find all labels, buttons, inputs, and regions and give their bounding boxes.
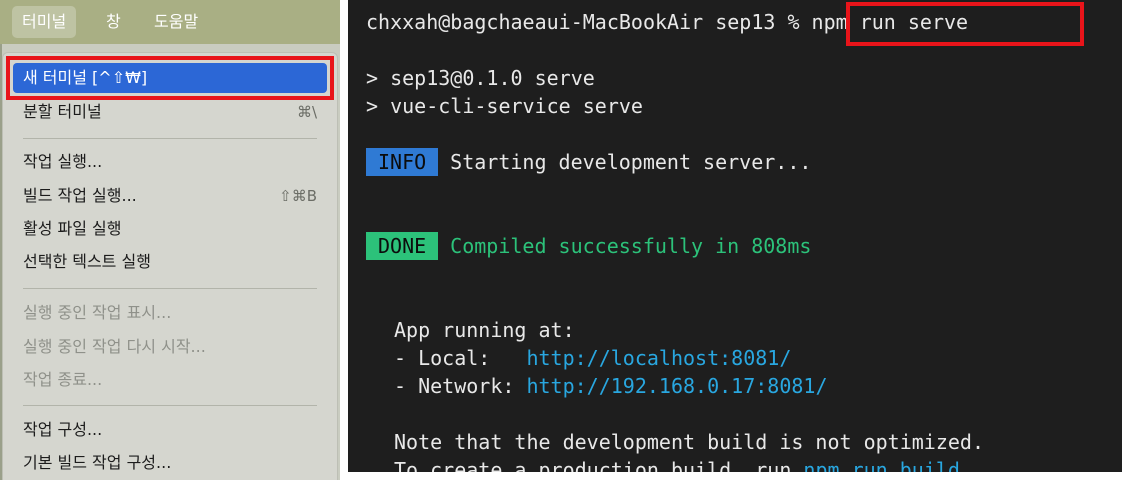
menubar-item-terminal[interactable]: 터미널 (12, 6, 77, 38)
menu-item-split-terminal[interactable]: 분할 터미널 ⌘\ (23, 97, 317, 127)
menu-item-run-task[interactable]: 작업 실행... (23, 147, 317, 177)
local-url-line: - Local: http://localhost:8081/ (394, 344, 791, 372)
menu-item-shortcut: ⇧⌘B (279, 187, 317, 205)
menu-separator (23, 288, 317, 289)
annotation-highlight-box (6, 56, 334, 100)
menu-item-run-active-file[interactable]: 활성 파일 실행 (23, 214, 317, 244)
menu-separator (23, 138, 317, 139)
menu-item-configure-default-build-task[interactable]: 기본 빌드 작업 구성... (23, 448, 317, 478)
menu-item-restart-running-task: 실행 중인 작업 다시 시작... (23, 332, 317, 362)
output-line: App running at: (394, 318, 575, 342)
network-url-link[interactable]: http://192.168.0.17:8081/ (526, 374, 827, 398)
menu-panel: 터미널 창 도움말 새 터미널 [^⇧₩] 분할 터미널 ⌘\ 작업 실행...… (0, 0, 340, 480)
terminal-output[interactable]: chxxah@bagchaeaui-MacBookAir sep13 % npm… (348, 0, 1122, 472)
network-label: - Network: (394, 374, 527, 398)
menu-item-label: 작업 실행... (23, 152, 103, 171)
menu-item-show-running-tasks: 실행 중인 작업 표시... (23, 298, 317, 328)
done-badge: DONE (366, 232, 439, 260)
prod-prefix: To create a production build, run (394, 458, 804, 472)
prod-suffix: . (959, 458, 972, 472)
menu-item-label: 기본 빌드 작업 구성... (23, 453, 172, 472)
menu-item-run-selected-text[interactable]: 선택한 텍스트 실행 (23, 247, 317, 277)
output-line: > vue-cli-service serve (366, 94, 643, 118)
menu-item-label: 실행 중인 작업 다시 시작... (23, 337, 206, 356)
local-url-link[interactable]: http://localhost:8081/ (526, 346, 791, 370)
output-line: > sep13@0.1.0 serve (366, 66, 595, 90)
menubar-item-help[interactable]: 도움말 (144, 6, 208, 38)
menu-item-label: 실행 중인 작업 표시... (23, 303, 172, 322)
output-line: To create a production build, run npm ru… (394, 456, 972, 472)
menu-item-label: 빌드 작업 실행... (23, 186, 137, 205)
panel-gap (340, 0, 348, 480)
info-text: Starting development server... (450, 150, 812, 174)
terminal-dropdown-menu: 새 터미널 [^⇧₩] 분할 터미널 ⌘\ 작업 실행... 빌드 작업 실행.… (2, 52, 338, 480)
menubar-item-window[interactable]: 창 (96, 6, 131, 38)
output-line: Note that the development build is not o… (394, 430, 985, 454)
menu-item-terminate-task: 작업 종료... (23, 365, 317, 395)
info-line: INFO Starting development server... (366, 148, 811, 176)
local-label: - Local: (394, 346, 527, 370)
bottom-strip (348, 472, 1122, 480)
menu-item-label: 작업 구성... (23, 420, 103, 439)
menu-item-label: 작업 종료... (23, 370, 103, 389)
menu-item-shortcut: ⌘\ (296, 103, 317, 121)
info-badge: INFO (366, 148, 439, 176)
menu-item-label: 활성 파일 실행 (23, 219, 122, 238)
done-line: DONE Compiled successfully in 808ms (366, 232, 811, 260)
menu-item-configure-tasks[interactable]: 작업 구성... (23, 415, 317, 445)
menu-item-run-build-task[interactable]: 빌드 작업 실행... ⇧⌘B (23, 181, 317, 211)
annotation-highlight-box (846, 2, 1084, 46)
done-text: Compiled successfully in 808ms (450, 234, 812, 258)
menu-item-label: 선택한 텍스트 실행 (23, 252, 151, 271)
menu-separator (23, 405, 317, 406)
menu-item-label: 분할 터미널 (23, 102, 102, 121)
network-url-line: - Network: http://192.168.0.17:8081/ (394, 372, 827, 400)
menu-bar: 터미널 창 도움말 (0, 0, 340, 44)
prompt: chxxah@bagchaeaui-MacBookAir sep13 (366, 10, 776, 34)
prod-cmd: npm run build (803, 458, 960, 472)
